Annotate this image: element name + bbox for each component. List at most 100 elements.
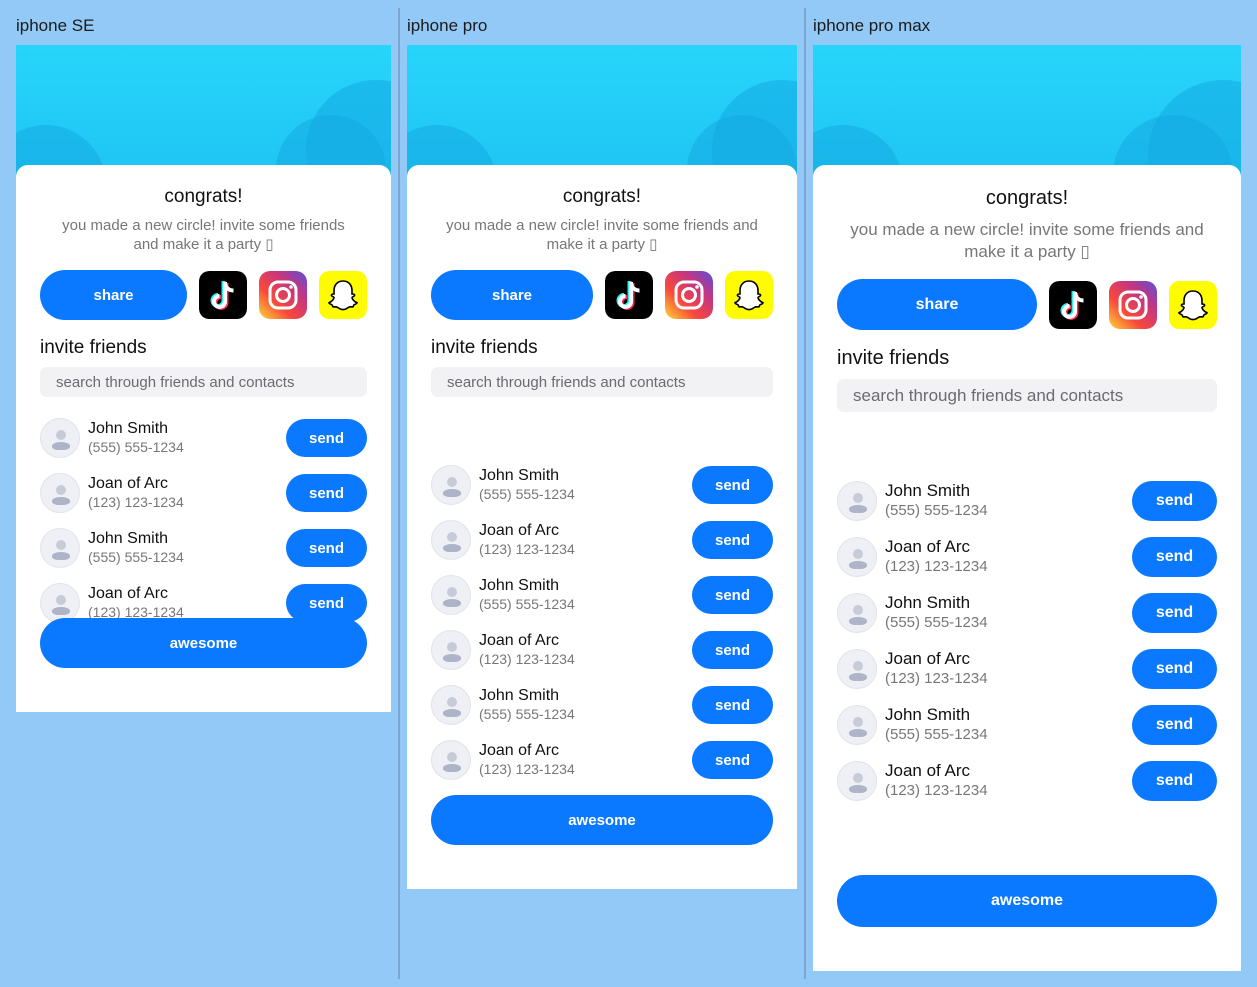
- contact-name: John Smith: [88, 530, 169, 547]
- invite-friends-title: invite friends: [431, 337, 538, 358]
- contact-phone: (123) 123-1234: [885, 782, 988, 799]
- contact-phone: (123) 123-1234: [479, 651, 575, 667]
- contact-phone: (555) 555-1234: [885, 726, 988, 743]
- card-title: congrats!: [562, 186, 642, 207]
- send-button[interactable]: send: [692, 466, 773, 504]
- send-button[interactable]: send: [692, 576, 773, 614]
- contact-name: Joan of Arc: [479, 742, 560, 759]
- send-button[interactable]: send: [1132, 537, 1217, 577]
- avatar: [431, 630, 471, 670]
- awesome-button[interactable]: awesome: [837, 875, 1217, 927]
- contact-name: Joan of Arc: [479, 522, 560, 539]
- send-button[interactable]: send: [1132, 593, 1217, 633]
- search-input[interactable]: search through friends and contacts: [837, 379, 1217, 412]
- search-input[interactable]: search through friends and contacts: [431, 367, 773, 397]
- contact-phone: (123) 123-1234: [479, 761, 575, 777]
- frame-label-pro: iphone pro: [407, 16, 488, 35]
- avatar: [431, 685, 471, 725]
- share-button[interactable]: share: [431, 270, 593, 320]
- snapchat-icon[interactable]: [725, 271, 773, 319]
- avatar: [837, 481, 877, 521]
- congrats-card: congrats! you made a new circle! invite …: [16, 165, 391, 712]
- send-button[interactable]: send: [286, 584, 367, 622]
- card-title: congrats!: [164, 186, 243, 207]
- send-button[interactable]: send: [1132, 705, 1217, 745]
- avatar: [40, 418, 80, 458]
- share-button[interactable]: share: [837, 279, 1037, 330]
- instagram-icon[interactable]: [1109, 281, 1157, 329]
- contact-name: John Smith: [885, 705, 971, 724]
- send-button[interactable]: send: [286, 474, 367, 512]
- awesome-button[interactable]: awesome: [40, 618, 367, 668]
- send-button[interactable]: send: [692, 521, 773, 559]
- send-button[interactable]: send: [286, 529, 367, 567]
- send-button[interactable]: send: [692, 631, 773, 669]
- avatar: [837, 593, 877, 633]
- instagram-icon[interactable]: [259, 271, 307, 319]
- snapchat-icon[interactable]: [1169, 281, 1217, 329]
- share-button[interactable]: share: [40, 270, 187, 320]
- card-subtitle-line1: you made a new circle! invite some frien…: [446, 217, 758, 234]
- send-button[interactable]: send: [286, 419, 367, 457]
- contact-phone: (555) 555-1234: [885, 502, 988, 519]
- card-subtitle-line2: make it a party ▯: [964, 242, 1090, 261]
- avatar: [431, 740, 471, 780]
- contact-phone: (123) 123-1234: [88, 494, 184, 510]
- snapchat-icon[interactable]: [319, 271, 367, 319]
- instagram-icon[interactable]: [665, 271, 713, 319]
- card-subtitle-line1: you made a new circle! invite some frien…: [850, 220, 1204, 239]
- send-button[interactable]: send: [1132, 649, 1217, 689]
- contact-phone: (123) 123-1234: [885, 558, 988, 575]
- contact-phone: (555) 555-1234: [88, 549, 184, 565]
- avatar: [837, 705, 877, 745]
- invite-friends-title: invite friends: [837, 347, 950, 369]
- tiktok-icon[interactable]: [1049, 281, 1097, 329]
- avatar: [40, 583, 80, 623]
- contact-name: John Smith: [479, 577, 560, 594]
- avatar: [431, 465, 471, 505]
- contact-name: Joan of Arc: [88, 585, 169, 602]
- contact-phone: (123) 123-1234: [479, 541, 575, 557]
- contact-name: John Smith: [885, 481, 971, 500]
- contact-phone: (123) 123-1234: [885, 670, 988, 687]
- contact-phone: (555) 555-1234: [88, 439, 184, 455]
- contact-phone: (555) 555-1234: [885, 614, 988, 631]
- search-input[interactable]: search through friends and contacts: [40, 367, 367, 397]
- send-button[interactable]: send: [1132, 481, 1217, 521]
- contact-name: Joan of Arc: [885, 761, 971, 780]
- avatar: [40, 473, 80, 513]
- card-subtitle-line2: and make it a party ▯: [133, 236, 274, 253]
- tiktok-icon[interactable]: [605, 271, 653, 319]
- congrats-card: congrats! you made a new circle! invite …: [813, 165, 1241, 971]
- contact-name: John Smith: [479, 687, 560, 704]
- card-subtitle-line1: you made a new circle! invite some frien…: [62, 217, 345, 234]
- contact-name: Joan of Arc: [885, 537, 971, 556]
- frame-label-pro-max: iphone pro max: [813, 16, 931, 35]
- frame-label-se: iphone SE: [16, 16, 95, 35]
- tiktok-icon[interactable]: [199, 271, 247, 319]
- avatar: [837, 761, 877, 801]
- contact-name: Joan of Arc: [479, 632, 560, 649]
- frame-divider: [804, 8, 806, 979]
- hero-banner: [813, 45, 1241, 180]
- contact-phone: (555) 555-1234: [479, 486, 575, 502]
- send-button[interactable]: send: [692, 741, 773, 779]
- congrats-card: congrats! you made a new circle! invite …: [407, 165, 797, 889]
- card-subtitle-line2: make it a party ▯: [546, 236, 658, 253]
- contact-name: John Smith: [479, 467, 560, 484]
- contact-phone: (555) 555-1234: [479, 706, 575, 722]
- avatar: [837, 649, 877, 689]
- contact-name: Joan of Arc: [88, 475, 169, 492]
- awesome-button[interactable]: awesome: [431, 795, 773, 845]
- avatar: [40, 528, 80, 568]
- card-title: congrats!: [985, 187, 1069, 209]
- contact-phone: (555) 555-1234: [479, 596, 575, 612]
- avatar: [431, 575, 471, 615]
- hero-banner: [407, 45, 797, 180]
- avatar: [431, 520, 471, 560]
- contact-name: John Smith: [885, 593, 971, 612]
- frame-divider: [398, 8, 400, 979]
- send-button[interactable]: send: [692, 686, 773, 724]
- send-button[interactable]: send: [1132, 761, 1217, 801]
- hero-banner: [16, 45, 391, 180]
